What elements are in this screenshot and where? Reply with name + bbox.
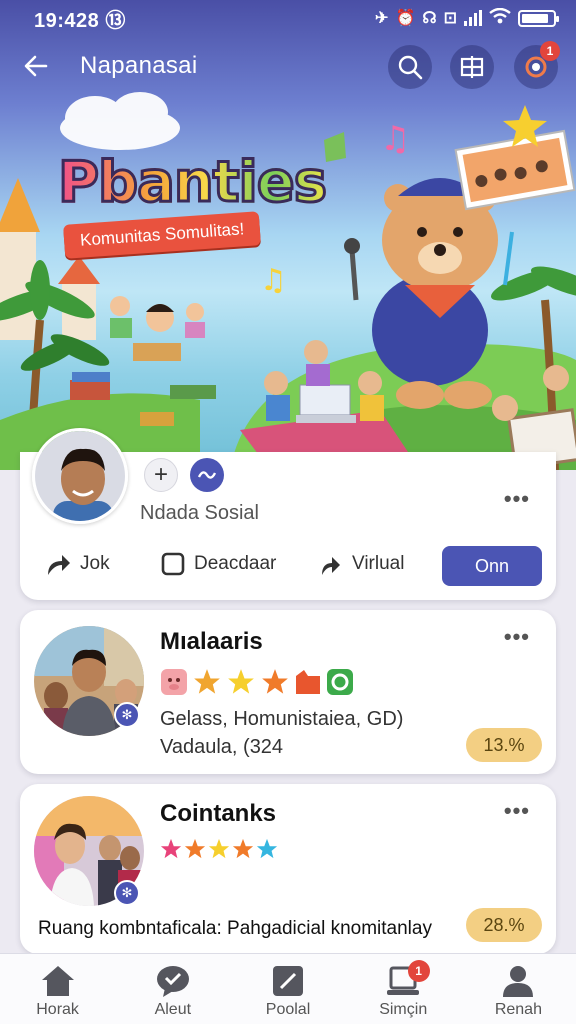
verified-badge-icon: ✻ (114, 880, 140, 906)
action-jok[interactable]: Jok (44, 546, 110, 582)
battery-icon (518, 9, 559, 27)
airplane-icon: ✈ (375, 10, 389, 27)
star-icon (232, 838, 254, 859)
feed-more-button[interactable]: ••• (504, 624, 530, 650)
nav-item-horak[interactable]: Horak (0, 954, 115, 1024)
nav-label: Poolal (265, 1001, 311, 1018)
feed-line-2: Vadaula, (324 (160, 736, 284, 758)
recycle-icon (327, 669, 353, 695)
back-arrow-icon (24, 55, 48, 77)
percent-badge: 28.% (466, 908, 542, 942)
primary-action-button[interactable]: Onn (442, 546, 542, 586)
feed-title: Mıalaaris (160, 628, 263, 655)
search-button[interactable] (388, 45, 432, 89)
svg-text:♫: ♫ (260, 263, 287, 298)
hero-banner: ♫ ♫ 19:428 ⑬ ✈ ⏰ ☊ ⊡ Napanasai 1 Pbantie… (0, 0, 576, 470)
notifications-button[interactable]: 1 (514, 41, 560, 89)
edit-icon (273, 966, 303, 996)
nav-badge: 1 (407, 960, 430, 982)
nav-label: Aleut (154, 1001, 192, 1018)
forward-arrow-icon (322, 557, 340, 575)
feed-line-1: Gelass, Homunistaiea, GD) (160, 708, 404, 730)
share-arrow-icon (48, 555, 70, 575)
status-bar: 19:428 ⑬ ✈ ⏰ ☊ ⊡ (0, 0, 576, 36)
back-button[interactable] (18, 48, 54, 84)
notification-badge: 1 (540, 41, 560, 61)
feed-card[interactable]: ✻ Cointanks ••• Ruang kombntaficala: Pah… (20, 784, 556, 954)
app-bar: Napanasai 1 (0, 40, 576, 92)
status-icons: ✈ ⏰ ☊ ⊡ (375, 7, 559, 29)
page-title: Napanasai (80, 52, 198, 79)
star-icon (184, 838, 206, 859)
percent-badge: 13.% (466, 728, 542, 762)
svg-text:♫: ♫ (380, 119, 410, 159)
action-label: Jok (80, 553, 110, 574)
bottom-nav: Horak Aleut Poolal 1 Simçin Renah (0, 953, 576, 1024)
folder-icon (296, 670, 320, 694)
alarm-icon: ⏰ (395, 10, 416, 27)
star-icon (228, 669, 254, 694)
search-icon (398, 55, 423, 80)
rating-row (160, 668, 354, 696)
feed-title: Cointanks (160, 800, 277, 827)
star-icon (208, 838, 230, 859)
profile-actions: Jok Deacdaar Virlual Onn (20, 544, 556, 586)
nav-label: Horak (36, 1001, 79, 1018)
nav-label: Simçin (379, 1001, 428, 1018)
action-virlual[interactable]: Virlual (316, 546, 404, 582)
action-deacdaar[interactable]: Deacdaar (160, 546, 276, 582)
add-button[interactable]: + (144, 458, 178, 492)
profile-card: + ••• Ndada Sosial Jok Deacdaar Virlual … (20, 428, 556, 600)
nav-label: Renah (494, 1001, 542, 1018)
profile-more-button[interactable]: ••• (504, 486, 530, 512)
rating-row (160, 838, 278, 860)
status-time: 19:428 ⑬ (34, 9, 126, 32)
grid-icon (460, 56, 484, 78)
star-icon (160, 838, 182, 859)
wifi-icon (489, 7, 511, 29)
nav-item-simcin[interactable]: 1 Simçin (346, 954, 461, 1024)
star-icon (262, 669, 288, 694)
profile-name: Ndada Sosial (140, 502, 259, 524)
plus-icon: + (153, 461, 168, 488)
pig-face-icon (161, 669, 187, 695)
star-icon (256, 838, 278, 859)
nav-item-poolal[interactable]: Poolal (230, 954, 345, 1024)
hero-title: Pbanties (56, 149, 328, 217)
avatar-image (35, 431, 125, 521)
person-icon (503, 966, 534, 997)
link-button[interactable] (190, 458, 224, 492)
feed-line-1: Ruang kombntaficala: Pahgadicial knomita… (38, 918, 432, 939)
profile-avatar[interactable] (32, 428, 128, 524)
nav-item-renah[interactable]: Renah (461, 954, 576, 1024)
checkbox-icon (161, 552, 185, 576)
feed-more-button[interactable]: ••• (504, 798, 530, 824)
feed-card[interactable]: ✻ Mıalaaris ••• Gelass, Homunistaiea, GD… (20, 610, 556, 774)
verified-badge-icon: ✻ (114, 702, 140, 728)
nfc-icon: ⊡ (443, 10, 457, 27)
action-label: Deacdaar (194, 553, 277, 574)
action-label: Virlual (352, 553, 405, 574)
star-icon (194, 669, 220, 694)
signal-icon (464, 10, 482, 26)
nav-item-aleut[interactable]: Aleut (115, 954, 230, 1024)
headset-icon: ☊ (422, 10, 437, 27)
chat-heart-icon (156, 966, 189, 997)
grid-button[interactable] (450, 45, 494, 89)
home-icon (41, 966, 74, 996)
link-wave-icon (197, 471, 217, 479)
